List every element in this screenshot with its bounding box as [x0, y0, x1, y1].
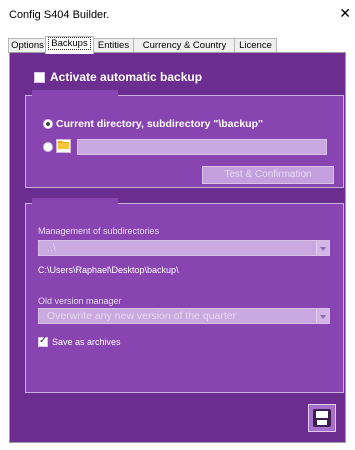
- close-icon[interactable]: ✕: [339, 6, 351, 20]
- save-button[interactable]: [308, 404, 336, 432]
- custom-directory-radio[interactable]: [43, 142, 53, 152]
- subdirectories-label: Management of subdirectories: [38, 226, 160, 236]
- tab-backups[interactable]: Backups: [45, 36, 94, 54]
- custom-directory-option: [43, 139, 333, 155]
- version-manager-value: Overwrite any new version of the quarter: [47, 310, 237, 322]
- browse-folder-button[interactable]: [56, 139, 71, 153]
- backup-path-text: C:\Users\Raphael\Desktop\backup\: [38, 265, 179, 275]
- activate-backup-checkbox[interactable]: [34, 72, 45, 83]
- subdirectories-value: ..\: [47, 242, 56, 254]
- current-directory-radio[interactable]: [43, 119, 53, 129]
- chevron-down-icon[interactable]: [316, 309, 329, 323]
- tab-licence[interactable]: Licence: [234, 38, 277, 53]
- window-title: Config S404 Builder.: [9, 9, 110, 21]
- save-archives-label: Save as archives: [52, 337, 121, 347]
- backup-management-legend: [32, 198, 118, 209]
- backup-management-group: Management of subdirectories ..\ C:\User…: [25, 198, 344, 393]
- current-directory-label: Current directory, subdirectory "\backup…: [56, 118, 263, 130]
- custom-directory-input[interactable]: [77, 139, 327, 155]
- folder-icon: [58, 141, 69, 152]
- tab-currency-country[interactable]: Currency & Country: [133, 38, 236, 53]
- test-confirmation-button[interactable]: Test & Confirmation: [202, 166, 334, 184]
- chevron-down-icon[interactable]: [316, 241, 329, 255]
- backups-panel: Activate automatic backup Current direct…: [9, 52, 346, 443]
- title-bar: Config S404 Builder. ✕: [0, 0, 355, 30]
- version-manager-label: Old version manager: [38, 296, 122, 306]
- backup-directory-legend: [32, 90, 118, 101]
- tab-entities[interactable]: Entities: [92, 38, 135, 53]
- backup-directory-group: Current directory, subdirectory "\backup…: [25, 90, 344, 188]
- version-manager-select[interactable]: Overwrite any new version of the quarter: [38, 308, 330, 324]
- save-archives-checkbox[interactable]: [38, 335, 48, 347]
- activate-backup-label: Activate automatic backup: [50, 70, 203, 84]
- tab-options[interactable]: Options: [8, 38, 47, 53]
- subdirectories-select[interactable]: ..\: [38, 240, 330, 256]
